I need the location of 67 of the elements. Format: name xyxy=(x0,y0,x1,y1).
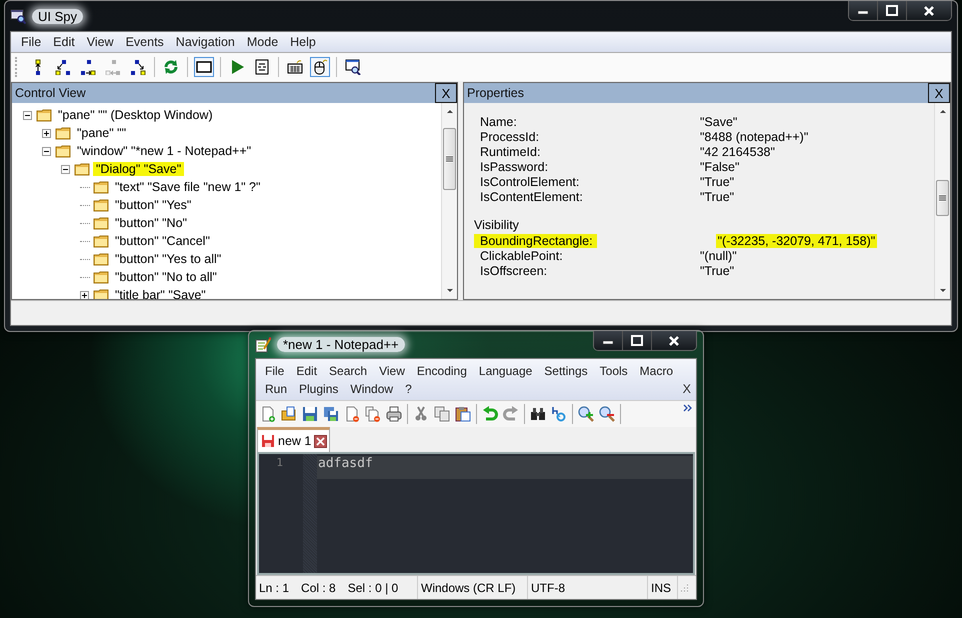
property-name: ClickablePoint: xyxy=(479,248,564,262)
property-value: "Save" xyxy=(700,114,738,128)
property-value: "True" xyxy=(700,174,734,188)
pane-title: Control View xyxy=(15,86,86,100)
property-value: "(-32235, -32079, 471, 158)" xyxy=(716,234,878,248)
menu-item[interactable]: ? xyxy=(400,382,417,396)
menu-item[interactable]: View xyxy=(80,35,120,49)
property-value: "(null)" xyxy=(700,248,737,262)
window-title: UI Spy xyxy=(32,8,84,24)
document-tab[interactable]: new 1 xyxy=(257,427,330,452)
tree-item[interactable]: "pane" "" (Desktop Window) xyxy=(55,108,216,122)
menu-item[interactable]: File xyxy=(260,364,290,378)
status-text: Col : 8 xyxy=(301,580,336,594)
tree-item[interactable]: "button" "Cancel" xyxy=(112,234,213,248)
tree-item[interactable]: "title bar" "Save" xyxy=(112,288,209,299)
line-number: 1 xyxy=(275,456,284,471)
menu-item[interactable]: Navigation xyxy=(170,35,241,49)
status-text: INS xyxy=(648,576,678,599)
code-editor[interactable]: 1 adfasdf xyxy=(257,452,695,575)
menu-item[interactable]: Mode xyxy=(240,35,284,49)
tree-item[interactable]: "button" "Yes to all" xyxy=(112,252,224,266)
pane-title: Properties xyxy=(467,86,524,100)
menu-item[interactable]: Plugins xyxy=(294,382,344,396)
tab-label[interactable]: new 1 xyxy=(278,434,312,448)
property-name: IsControlElement: xyxy=(479,174,580,188)
property-value: "True" xyxy=(700,264,734,278)
close-document-button[interactable]: X xyxy=(680,382,693,396)
tree-item[interactable]: "window" "*new 1 - Notepad++" xyxy=(74,144,254,158)
property-value: "True" xyxy=(700,190,734,204)
tree-item[interactable]: "button" "Yes" xyxy=(112,198,194,212)
tree-item[interactable]: "button" "No" xyxy=(112,216,190,230)
menu-item[interactable]: View xyxy=(374,364,410,378)
menu-item[interactable]: Run xyxy=(260,382,292,396)
menu-item[interactable]: Search xyxy=(324,364,372,378)
property-name: ProcessId: xyxy=(479,130,540,144)
property-value: "42 2164538" xyxy=(700,144,775,158)
menu-item[interactable]: File xyxy=(15,35,48,49)
menu-item[interactable]: Events xyxy=(120,35,170,49)
tree-item[interactable]: "Dialog" "Save" xyxy=(93,162,184,176)
status-text: UTF-8 xyxy=(528,576,648,599)
status-text: Windows (CR LF) xyxy=(418,576,528,599)
property-name: IsPassword: xyxy=(479,160,550,174)
property-name: BoundingRectangle: xyxy=(474,234,597,248)
status-text: Ln : 1 xyxy=(259,580,290,594)
property-name: RuntimeId: xyxy=(479,144,542,158)
property-value: "8488 (notepad++)" xyxy=(700,130,808,144)
tree-item[interactable]: "text" "Save file "new 1" ?" xyxy=(112,180,264,194)
close-pane-button[interactable]: X xyxy=(928,83,950,103)
property-value: "False" xyxy=(700,160,740,174)
menu-item[interactable]: Settings xyxy=(539,364,593,378)
menu-item[interactable]: Help xyxy=(284,35,322,49)
window-title: *new 1 - Notepad++ xyxy=(277,337,405,352)
property-name: Name: xyxy=(479,114,518,128)
menu-item[interactable]: Tools xyxy=(594,364,633,378)
menu-item[interactable]: Edit xyxy=(47,35,81,49)
tree-item[interactable]: "pane" "" xyxy=(74,126,130,140)
close-pane-button[interactable]: X xyxy=(435,83,457,103)
menu-item[interactable]: Edit xyxy=(291,364,322,378)
property-name: IsOffscreen: xyxy=(479,264,548,278)
status-text: Sel : 0 | 0 xyxy=(348,580,398,594)
group-label: Visibility xyxy=(474,218,520,233)
menu-item[interactable]: Language xyxy=(474,364,538,378)
menu-item[interactable]: Macro xyxy=(634,364,678,378)
property-name: IsContentElement: xyxy=(479,190,584,204)
menu-item[interactable]: Encoding xyxy=(412,364,472,378)
menu-item[interactable]: Window xyxy=(345,382,398,396)
tree-item[interactable]: "button" "No to all" xyxy=(112,270,220,284)
